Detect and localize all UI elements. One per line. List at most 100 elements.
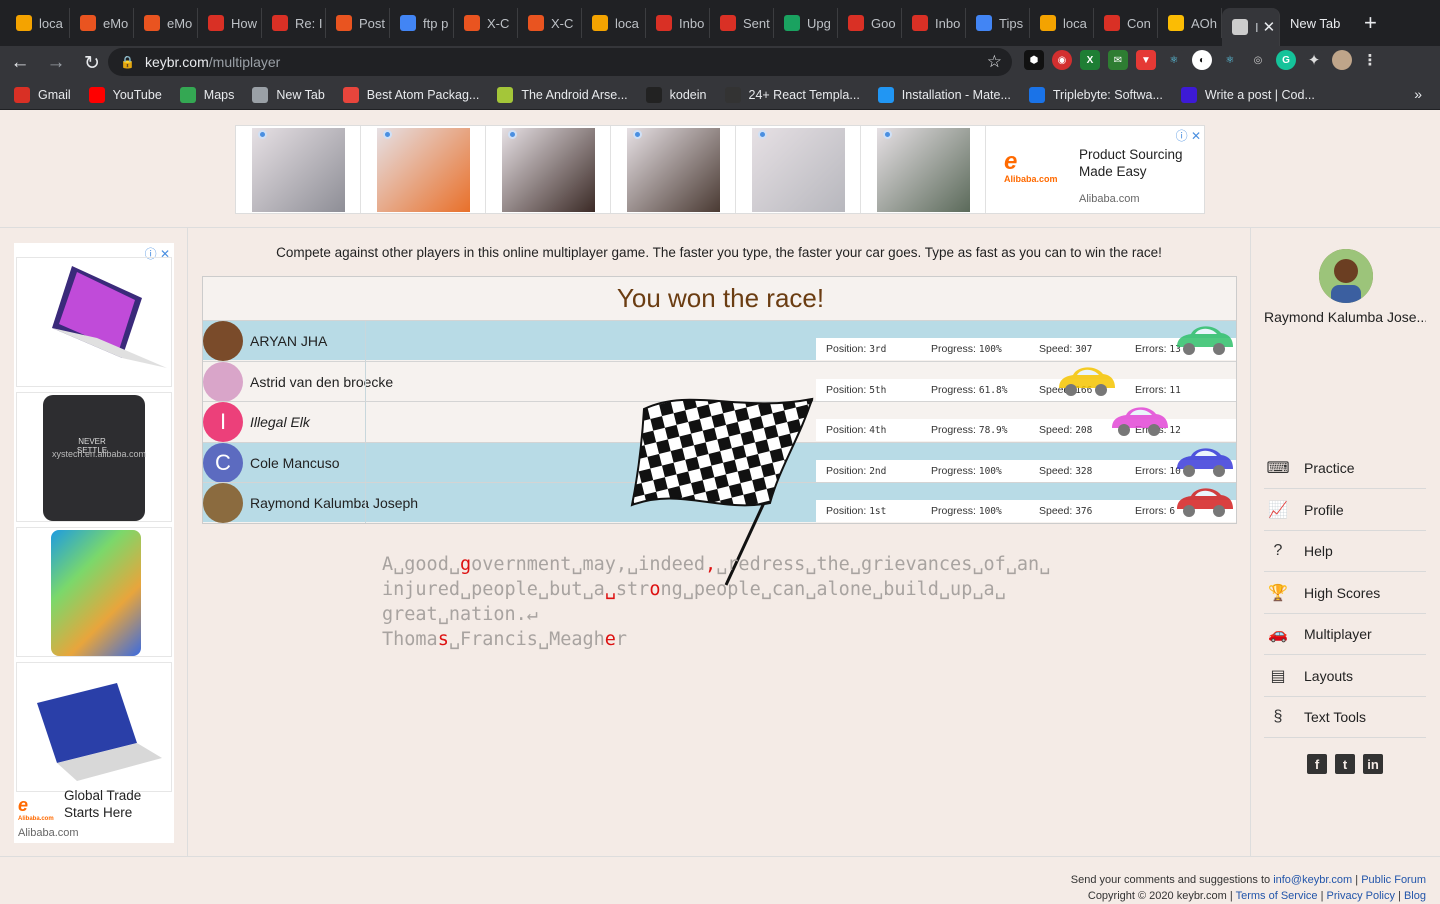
browser-tab[interactable]: X-C [518, 8, 582, 38]
browser-tab[interactable]: X-C [454, 8, 518, 38]
bookmark-item[interactable]: kodein [645, 86, 707, 103]
browser-tab-active[interactable]: I ✕ [1222, 8, 1280, 46]
bookmark-item[interactable]: Best Atom Packag... [342, 86, 479, 103]
browser-tab[interactable]: Sent [710, 8, 774, 38]
browser-tab[interactable]: Con [1094, 8, 1158, 38]
ad-close-icon[interactable]: ⓘ ✕ [1176, 127, 1201, 144]
react-icon[interactable]: ⚛ [1220, 50, 1240, 70]
profile-name[interactable]: Raymond Kalumba Jose... [1264, 309, 1426, 325]
email-link[interactable]: info@keybr.com [1273, 874, 1352, 886]
browser-tab[interactable]: Tips [966, 8, 1030, 38]
browser-tab[interactable]: Post [326, 8, 390, 38]
bookmark-star-icon[interactable]: ☆ [987, 52, 1002, 72]
linkedin-icon[interactable]: in [1363, 754, 1383, 774]
divider [365, 483, 366, 523]
browser-tab[interactable]: AOh [1158, 8, 1222, 38]
sidebar-item-multiplayer[interactable]: 🚗 Multiplayer [1264, 614, 1426, 655]
browser-tab[interactable]: eMo [70, 8, 134, 38]
back-icon[interactable]: ← [4, 52, 36, 74]
ad-product-laptop[interactable] [16, 662, 172, 792]
privacy-link[interactable]: Privacy Policy [1327, 890, 1395, 902]
bookmark-item[interactable]: New Tab [252, 86, 325, 103]
sidebar-item-high-scores[interactable]: 🏆 High Scores [1264, 573, 1426, 614]
bookmark-icon [724, 86, 741, 103]
close-tab-icon[interactable]: ✕ [1263, 18, 1276, 36]
top-ad-banner[interactable]: e Alibaba.com Product Sourcing Made Easy … [235, 125, 1205, 214]
bookmark-item[interactable]: Installation - Mate... [877, 86, 1011, 103]
bookmark-item[interactable]: Write a post | Cod... [1180, 86, 1315, 103]
bookmark-item[interactable]: 24+ React Templa... [724, 86, 860, 103]
ad-text[interactable]: e Alibaba.com Global Trade Starts Here Al… [14, 783, 174, 843]
bookmark-item[interactable]: Triplebyte: Softwa... [1028, 86, 1163, 103]
ad-product-phone[interactable] [16, 527, 172, 657]
stat-label: Progress: [931, 383, 976, 396]
forward-icon[interactable]: → [40, 52, 72, 74]
pocket-icon[interactable]: ▼ [1136, 50, 1156, 70]
grammarly-icon[interactable]: G [1276, 50, 1296, 70]
typing-chunk: ␣Francis␣Meagh [448, 629, 605, 650]
ad-product-image[interactable] [236, 126, 361, 213]
ad-headline[interactable]: Global Trade Starts Here [64, 787, 174, 821]
ad-product-laptop[interactable] [16, 257, 172, 387]
bookmark-item[interactable]: The Android Arse... [497, 86, 628, 103]
extension-icon[interactable]: ◎ [1248, 50, 1268, 70]
puzzle-icon[interactable]: ✦ [1304, 50, 1324, 70]
browser-tab[interactable]: Inbo [646, 8, 710, 38]
sidebar-item-layouts[interactable]: ▤ Layouts [1264, 656, 1426, 697]
sidebar-item-text-tools[interactable]: § Text Tools [1264, 697, 1426, 738]
bookmark-icon [179, 86, 196, 103]
sidebar-item-profile[interactable]: 📈 Profile [1264, 490, 1426, 531]
sidebar-item-help[interactable]: ? Help [1264, 531, 1426, 572]
twitter-icon[interactable]: t [1335, 754, 1355, 774]
sidebar-item-practice[interactable]: ⌨ Practice [1264, 448, 1426, 489]
profile-avatar[interactable] [1332, 50, 1352, 70]
terms-link[interactable]: Terms of Service [1236, 890, 1318, 902]
extension-icon[interactable]: ⬢ [1024, 50, 1044, 70]
ad-product-image[interactable] [736, 126, 861, 213]
typing-chunk: injured␣people␣but␣a [382, 579, 605, 600]
browser-tab[interactable]: How [198, 8, 262, 38]
excel-extension-icon[interactable]: X [1080, 50, 1100, 70]
stat-label: Position: [826, 505, 867, 517]
browser-tab[interactable]: Upg [774, 8, 838, 38]
react-devtools-icon[interactable]: ⚛ [1164, 50, 1184, 70]
forum-link[interactable]: Public Forum [1361, 874, 1426, 886]
browser-tab[interactable]: Re: I [262, 8, 326, 38]
bookmark-item[interactable]: YouTube [88, 86, 162, 103]
browser-tab[interactable]: New Tab [1280, 8, 1356, 38]
tab-label: ftp p [423, 15, 449, 31]
blog-link[interactable]: Blog [1404, 890, 1426, 902]
browser-tab[interactable]: loca [582, 8, 646, 38]
browser-tab[interactable]: loca [1030, 8, 1094, 38]
reload-icon[interactable]: ↻ [76, 52, 108, 75]
ad-product-image[interactable] [861, 126, 986, 213]
alibaba-logo: e Alibaba.com [18, 795, 54, 822]
bookmark-item[interactable]: Gmail [14, 86, 71, 103]
extension-icon[interactable]: ◉ [1052, 50, 1072, 70]
browser-tab[interactable]: Inbo [902, 8, 966, 38]
left-ad-banner[interactable]: ⓘ ✕ NEVER SETTLE xystech.en.alibaba.com … [14, 243, 174, 843]
address-bar[interactable]: 🔒 keybr.com/multiplayer ☆ [108, 48, 1012, 76]
ad-product-image[interactable] [486, 126, 611, 213]
extension-icon[interactable]: ◐ [1192, 50, 1212, 70]
stat-value: 100% [978, 344, 1002, 355]
profile-avatar[interactable] [1319, 249, 1373, 303]
ad-product-phone[interactable]: NEVER SETTLE xystech.en.alibaba.com [16, 392, 172, 522]
browser-tab[interactable]: ftp p [390, 8, 454, 38]
facebook-icon[interactable]: f [1307, 754, 1327, 774]
tab-label: How [231, 15, 258, 31]
ad-text[interactable]: e Alibaba.com Product Sourcing Made Easy … [996, 126, 1205, 213]
more-bookmarks-icon[interactable]: » [1414, 86, 1422, 102]
ad-product-image[interactable] [611, 126, 736, 213]
ad-product-image[interactable] [361, 126, 486, 213]
new-tab-icon[interactable]: + [1364, 10, 1377, 36]
browser-tab[interactable]: loca [6, 8, 70, 38]
browser-tab[interactable]: eMo [134, 8, 198, 38]
browser-tab[interactable]: Goo [838, 8, 902, 38]
menu-icon[interactable]: ⋮ [1360, 50, 1380, 70]
extension-icon[interactable]: ✉ [1108, 50, 1128, 70]
player-name: Astrid van den broecke [250, 373, 394, 390]
stat-errors: Errors: 11 [1135, 384, 1181, 396]
ad-headline[interactable]: Product Sourcing Made Easy [1079, 146, 1199, 180]
bookmark-item[interactable]: Maps [179, 86, 234, 103]
